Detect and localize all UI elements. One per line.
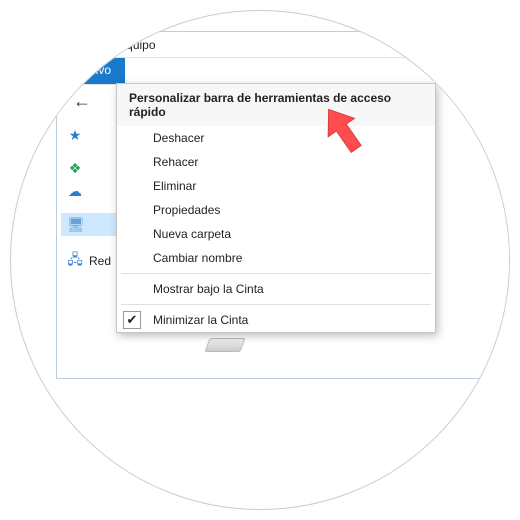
- menu-item[interactable]: Nueva carpeta: [117, 222, 435, 246]
- back-button[interactable]: ←: [67, 89, 97, 114]
- menu-item-label: Minimizar la Cinta: [153, 313, 248, 327]
- menu-item-label: Propiedades: [153, 203, 220, 217]
- menu-item-show-below-ribbon[interactable]: Mostrar bajo la Cinta: [117, 277, 435, 301]
- onedrive-icon: ☁: [67, 183, 83, 200]
- menu-item[interactable]: Propiedades: [117, 198, 435, 222]
- check-icon: ✔: [123, 311, 141, 329]
- title-separator: |: [83, 38, 86, 52]
- menu-item-label: Eliminar: [153, 179, 196, 193]
- menu-item-label: Cambiar nombre: [153, 251, 242, 265]
- menu-item-label: Rehacer: [153, 155, 198, 169]
- menu-item[interactable]: Eliminar: [117, 174, 435, 198]
- drive-icon: [204, 338, 245, 352]
- menu-item-minimize-ribbon[interactable]: ✔ Minimizar la Cinta: [117, 308, 435, 332]
- sidebar-item-label: Red: [89, 254, 111, 268]
- window-title: Este equipo: [92, 38, 155, 52]
- qat-dropdown-button[interactable]: ▾: [61, 37, 77, 53]
- menu-item-label: Nueva carpeta: [153, 227, 231, 241]
- menu-separator: [121, 304, 431, 305]
- title-bar: ▾ | Este equipo: [57, 32, 510, 58]
- menu-item-label: Deshacer: [153, 131, 204, 145]
- ribbon-tabs: Archivo: [57, 58, 510, 84]
- cloud-item-icon: ❖: [67, 160, 83, 177]
- menu-item[interactable]: Cambiar nombre: [117, 246, 435, 270]
- qat-customize-menu: Personalizar barra de herramientas de ac…: [116, 83, 436, 333]
- quick-access-icon: ★: [67, 127, 83, 144]
- network-icon: 🖧: [67, 249, 83, 273]
- menu-item[interactable]: Deshacer: [117, 126, 435, 150]
- chevron-down-icon: ▾: [67, 39, 72, 50]
- qat-menu-header: Personalizar barra de herramientas de ac…: [117, 84, 435, 126]
- this-pc-icon: 🖥: [67, 216, 83, 233]
- menu-item[interactable]: Rehacer: [117, 150, 435, 174]
- menu-separator: [121, 273, 431, 274]
- tab-file[interactable]: Archivo: [57, 58, 125, 84]
- menu-item-label: Mostrar bajo la Cinta: [153, 282, 264, 296]
